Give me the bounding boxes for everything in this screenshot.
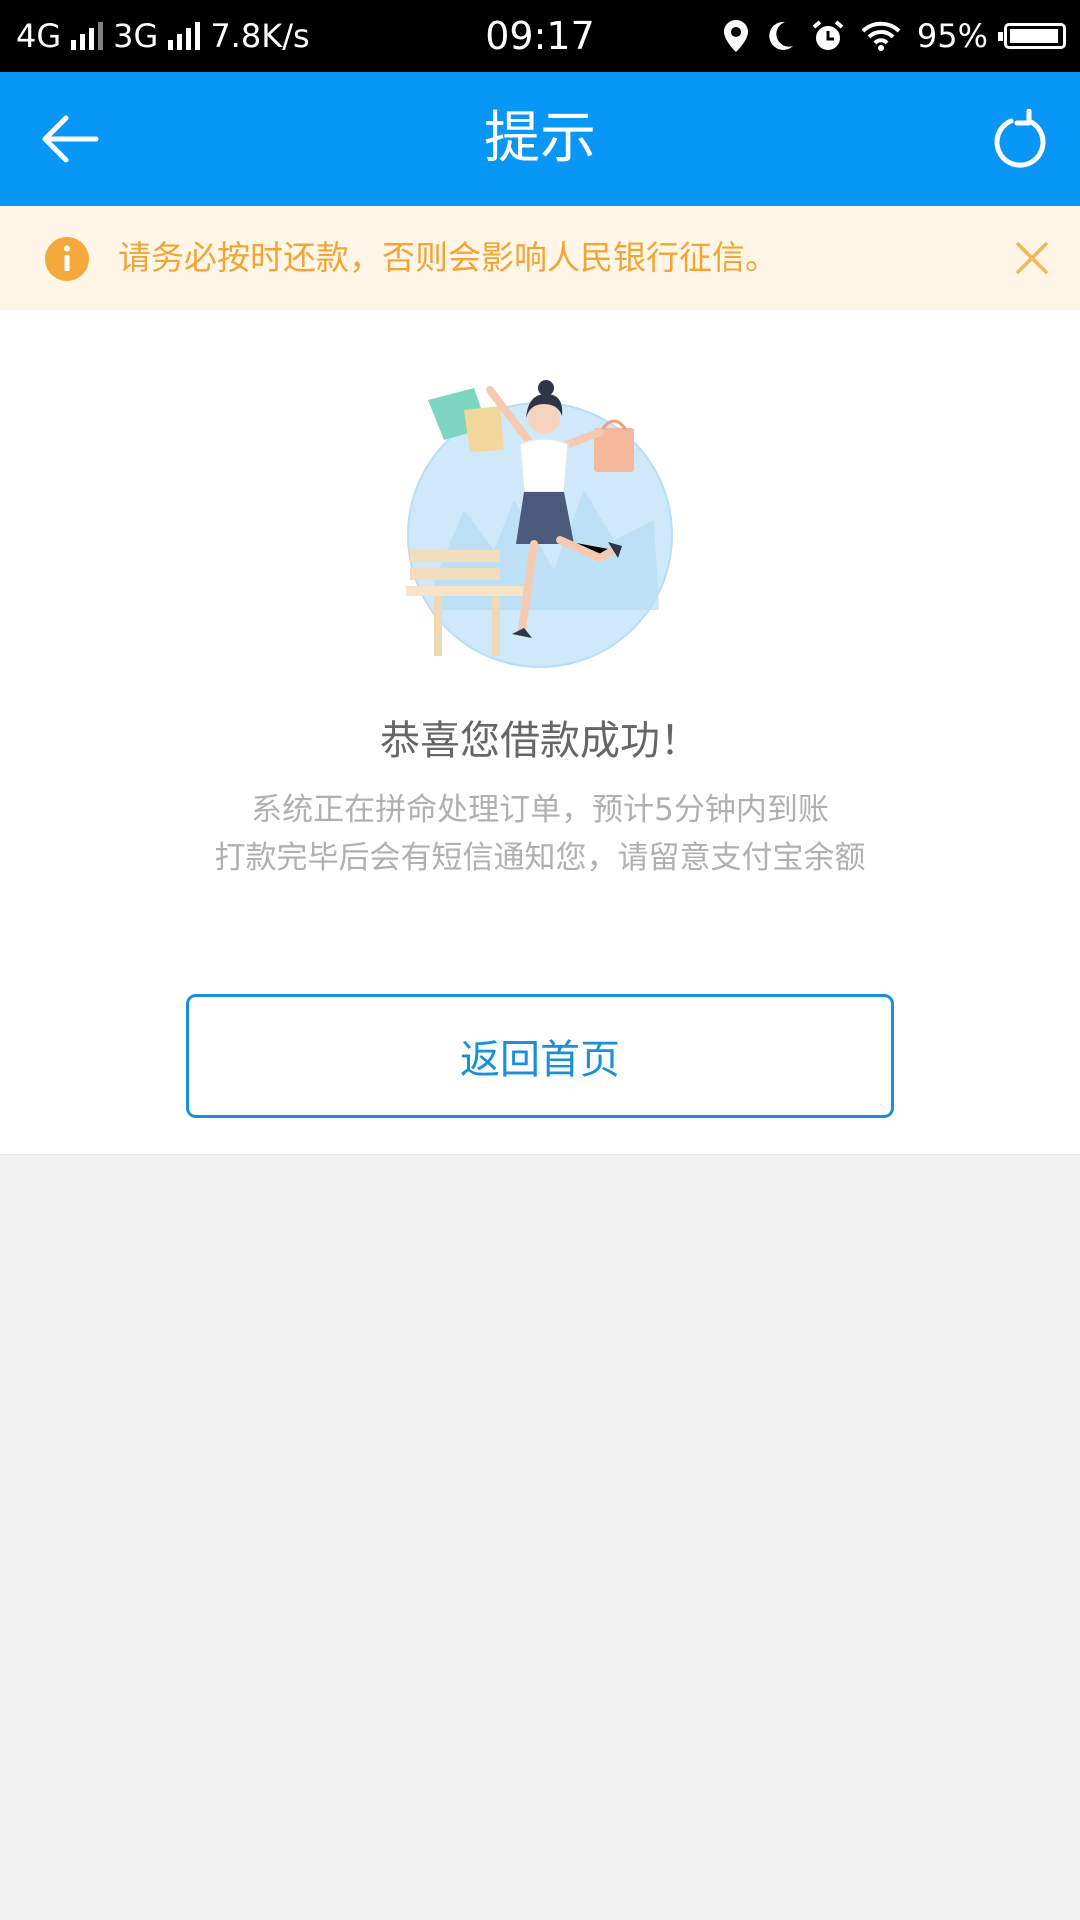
network-speed: 7.8K/s — [210, 17, 310, 55]
notice-bar: 请务必按时还款，否则会影响人民银行征信。 — [0, 206, 1080, 310]
battery-icon — [998, 23, 1066, 49]
success-description-line-2: 打款完毕后会有短信通知您，请留意支付宝余额 — [214, 840, 866, 876]
alarm-icon — [812, 20, 844, 50]
info-icon — [45, 237, 89, 281]
close-icon — [1016, 242, 1048, 274]
notice-close-button[interactable] — [1006, 232, 1058, 284]
result-card: 恭喜您借款成功！ 系统正在拼命处理订单，预计5分钟内到账 打款完毕后会有短信通知… — [0, 310, 1080, 1155]
status-left: 4G 3G 7.8K/s — [16, 17, 310, 55]
success-title: 恭喜您借款成功！ — [380, 718, 700, 764]
success-illustration — [406, 380, 673, 668]
back-button[interactable] — [30, 104, 110, 174]
network-label-2: 3G — [113, 17, 159, 55]
page-title: 提示 — [484, 106, 596, 171]
status-bar: 4G 3G 7.8K/s 09:17 95% — [0, 0, 1080, 72]
status-right: 95% — [723, 17, 1066, 55]
arrow-left-icon — [42, 115, 99, 163]
signal-icon — [71, 22, 104, 50]
notice-text: 请务必按时还款，否则会影响人民银行征信。 — [118, 238, 778, 277]
refresh-icon — [994, 109, 1046, 168]
battery-percent: 95% — [916, 17, 988, 55]
signal-icon-2 — [168, 22, 201, 50]
refresh-button[interactable] — [980, 104, 1060, 174]
return-home-button[interactable]: 返回首页 — [186, 994, 894, 1118]
wifi-icon — [861, 21, 901, 51]
location-icon — [723, 20, 748, 52]
header-bar: 提示 — [0, 72, 1080, 206]
success-description-line-1: 系统正在拼命处理订单，预计5分钟内到账 — [251, 792, 829, 828]
moon-icon — [769, 21, 793, 50]
network-label-1: 4G — [16, 17, 62, 55]
